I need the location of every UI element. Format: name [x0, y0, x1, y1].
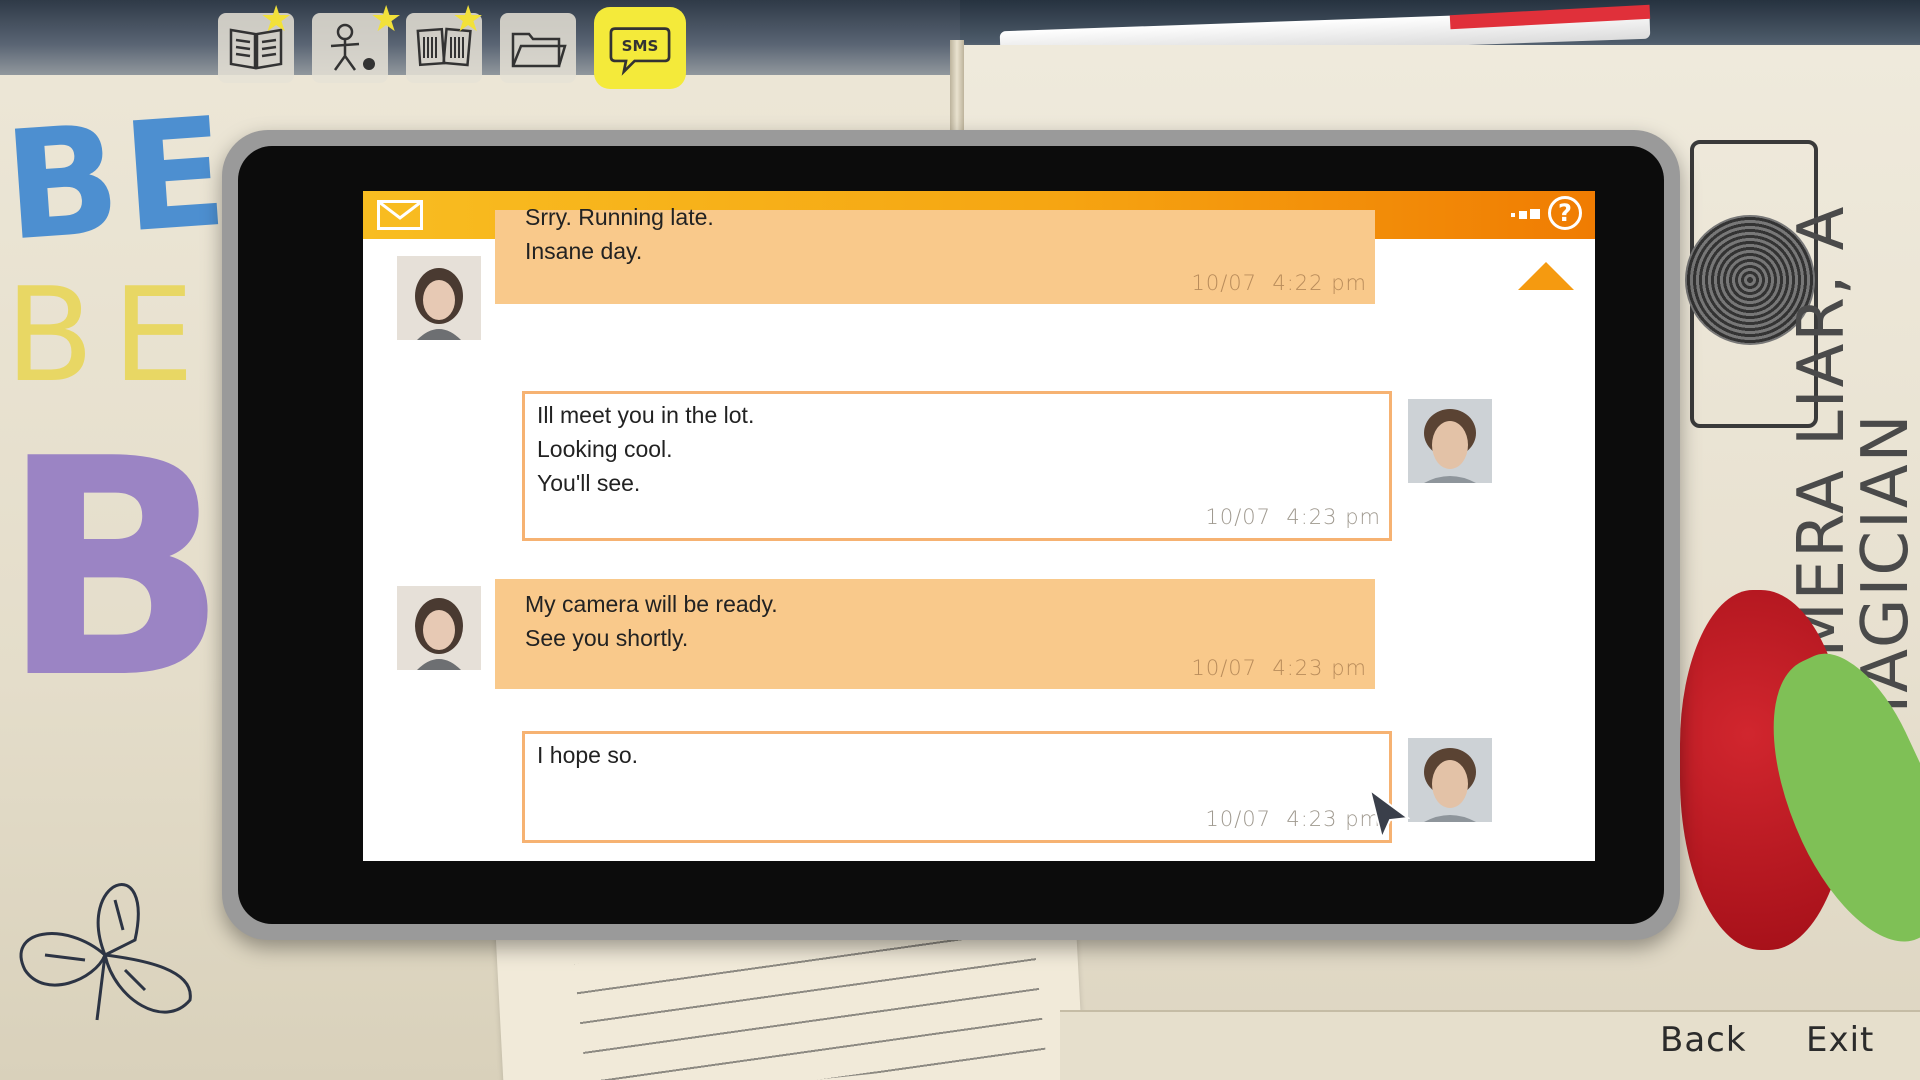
- mail-icon: [377, 200, 423, 230]
- avatar-warren: [1408, 738, 1492, 822]
- message-bubble-outgoing: Ill meet you in the lot. Looking cool. Y…: [522, 391, 1392, 541]
- help-icon[interactable]: ?: [1548, 196, 1582, 230]
- scroll-up-arrow-icon[interactable]: [1516, 260, 1576, 292]
- bottom-paper-tab: [1060, 1010, 1920, 1080]
- message-bubble-incoming: My camera will be ready. See you shortly…: [495, 579, 1375, 689]
- tab-folder[interactable]: [500, 13, 576, 83]
- message-time: 4:23 pm: [1272, 656, 1367, 680]
- back-button[interactable]: Back: [1660, 1020, 1747, 1060]
- message-text: My camera will be ready. See you shortly…: [525, 591, 778, 651]
- warren-portrait-icon: [1408, 738, 1492, 822]
- sms-screen: ? Srry. Running late. Insane day. 10/07 …: [363, 191, 1595, 861]
- message-timestamp: 10/07 4:23 pm: [1191, 651, 1367, 685]
- sticker-word-be-blue: BE: [0, 85, 236, 275]
- folder-icon: [511, 32, 567, 68]
- message-time: 4:22 pm: [1272, 271, 1367, 295]
- star-icon: ★: [452, 0, 485, 39]
- sms-icon: SMS: [609, 27, 671, 76]
- exit-button[interactable]: Exit: [1806, 1020, 1874, 1060]
- message-date: 10/07: [1191, 271, 1258, 295]
- message-timestamp: 10/07 4:23 pm: [1205, 802, 1381, 836]
- message-bubble-incoming: Srry. Running late. Insane day. 10/07 4:…: [495, 204, 1375, 304]
- signal-icon: [1511, 209, 1540, 219]
- tab-photos[interactable]: ★: [406, 1, 484, 83]
- avatar-max: [397, 586, 481, 670]
- message-date: 10/07: [1191, 656, 1258, 680]
- max-portrait-icon: [397, 256, 481, 340]
- star-icon: ★: [260, 0, 293, 39]
- message-bubble-outgoing: I hope so. 10/07 4:23 pm: [522, 731, 1392, 843]
- message-text: Ill meet you in the lot. Looking cool. Y…: [537, 402, 755, 496]
- tab-journal[interactable]: ★: [218, 1, 294, 83]
- sticker-word-be-yellow: BE: [5, 259, 213, 411]
- message-timestamp: 10/07 4:22 pm: [1191, 266, 1367, 300]
- message-date: 10/07: [1205, 505, 1272, 529]
- tab-people[interactable]: ★: [312, 1, 402, 83]
- message-text: Srry. Running late. Insane day.: [525, 204, 714, 264]
- tab-sms[interactable]: SMS: [594, 7, 686, 89]
- message-time: 4:23 pm: [1286, 505, 1381, 529]
- mouse-cursor-icon: [1368, 788, 1410, 840]
- sms-label: SMS: [622, 37, 659, 55]
- avatar-warren: [1408, 399, 1492, 483]
- avatar-max: [397, 256, 481, 340]
- butterfly-doodle-icon: [19, 883, 192, 1021]
- message-text: I hope so.: [537, 742, 639, 768]
- message-date: 10/07: [1205, 807, 1272, 831]
- message-time: 4:23 pm: [1286, 807, 1381, 831]
- max-portrait-icon: [397, 586, 481, 670]
- star-icon: ★: [370, 0, 403, 39]
- message-timestamp: 10/07 4:23 pm: [1205, 500, 1381, 534]
- journal-nav: ★ ★ ★ SMS: [218, 1, 686, 89]
- warren-portrait-icon: [1408, 399, 1492, 483]
